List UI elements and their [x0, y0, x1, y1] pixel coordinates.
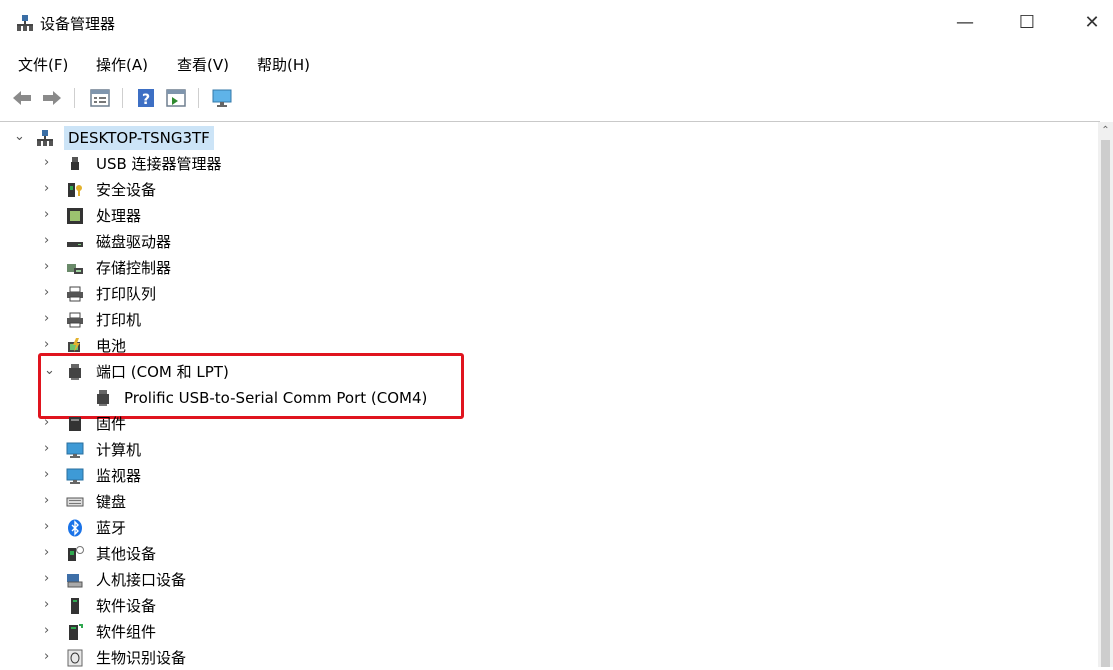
chevron-right-icon[interactable]: ›: [44, 572, 54, 585]
bluetooth-icon: [68, 519, 82, 537]
tree-item-label: 软件组件: [96, 623, 157, 641]
toolbar-separator: [198, 88, 199, 108]
tree-item[interactable]: › 软件组件: [44, 620, 344, 644]
menu-view[interactable]: 查看(V): [177, 54, 229, 75]
close-button[interactable]: ✕: [1080, 10, 1104, 36]
toolbar-separator: [74, 88, 75, 108]
tree-root-label: DESKTOP-TSNG3TF: [64, 126, 214, 150]
software-component-icon: [69, 624, 83, 640]
menu-help[interactable]: 帮助(H): [257, 54, 310, 75]
tree-item[interactable]: › 监视器: [44, 464, 344, 488]
title-bar: 设备管理器 — ☐ ✕: [0, 0, 1113, 48]
tree-item[interactable]: › 磁盘驱动器: [44, 230, 344, 254]
help-icon[interactable]: ?: [134, 86, 158, 110]
tree-item[interactable]: › 打印队列: [44, 282, 344, 306]
svg-text:?: ?: [142, 92, 150, 108]
chevron-right-icon[interactable]: ›: [44, 260, 54, 273]
hid-icon: [67, 574, 83, 588]
tree-item[interactable]: › 固件: [44, 412, 344, 436]
tree-item-label: 安全设备: [96, 181, 157, 199]
tree-item-label: USB 连接器管理器: [96, 155, 222, 173]
tree-item-label: 存储控制器: [96, 259, 172, 277]
tree-item-label: 打印机: [96, 311, 142, 329]
other-device-icon: [68, 546, 84, 561]
chevron-right-icon[interactable]: ›: [44, 442, 54, 455]
keyboard-icon: [66, 497, 84, 507]
chevron-right-icon[interactable]: ›: [44, 312, 54, 325]
menu-action[interactable]: 操作(A): [96, 54, 148, 75]
chevron-right-icon[interactable]: ›: [44, 338, 54, 351]
driver-icon[interactable]: [164, 86, 188, 110]
tree-item[interactable]: › USB 连接器管理器: [44, 152, 344, 176]
usb-icon: [71, 157, 79, 170]
tree-item-label: 其他设备: [96, 545, 157, 563]
chevron-right-icon[interactable]: ›: [44, 182, 54, 195]
tree-item[interactable]: › 生物识别设备: [44, 646, 344, 670]
chevron-right-icon[interactable]: ›: [44, 598, 54, 611]
forward-icon[interactable]: [40, 86, 64, 110]
computer-icon: [66, 442, 84, 458]
tree-item-label: 打印队列: [96, 285, 157, 303]
storage-icon: [67, 264, 83, 274]
firmware-icon: [69, 417, 81, 431]
monitor-icon[interactable]: [210, 86, 234, 110]
tree-item-label: 蓝牙: [96, 519, 127, 537]
biometric-icon: [67, 649, 83, 667]
chevron-right-icon[interactable]: ›: [44, 156, 54, 169]
scroll-up-icon[interactable]: ⌃: [1100, 126, 1111, 136]
device-manager-icon: [17, 15, 33, 31]
minimize-button[interactable]: —: [953, 10, 977, 36]
scrollbar-thumb[interactable]: [1101, 140, 1110, 667]
tree-item[interactable]: › 计算机: [44, 438, 344, 462]
tree-item[interactable]: › 安全设备: [44, 178, 344, 202]
chevron-right-icon[interactable]: ›: [44, 520, 54, 533]
menu-file[interactable]: 文件(F): [18, 54, 68, 75]
chevron-right-icon[interactable]: ›: [44, 234, 54, 247]
tree-item[interactable]: › 打印机: [44, 308, 344, 332]
tree-item[interactable]: › 存储控制器: [44, 256, 344, 280]
tree-item-label: 键盘: [96, 493, 127, 511]
window-title: 设备管理器: [40, 15, 116, 33]
toolbar-separator: [122, 88, 123, 108]
tree-item-label: 人机接口设备: [96, 571, 187, 589]
tree-item[interactable]: › 键盘: [44, 490, 344, 514]
chevron-right-icon[interactable]: ›: [44, 650, 54, 663]
disk-icon: [67, 242, 83, 247]
chevron-right-icon[interactable]: ›: [44, 546, 54, 559]
tree-item-label: 固件: [96, 415, 127, 433]
chevron-right-icon[interactable]: ›: [44, 494, 54, 507]
tree-item-label: 磁盘驱动器: [96, 233, 172, 251]
tree-item-label: 监视器: [96, 467, 142, 485]
computer-network-icon: [37, 130, 53, 146]
printer-icon: [67, 312, 83, 328]
security-icon: [68, 183, 82, 197]
chevron-down-icon[interactable]: ⌄: [14, 130, 25, 143]
tree-root[interactable]: ⌄ DESKTOP-TSNG3TF: [14, 126, 314, 150]
tree-item-label: 处理器: [96, 207, 142, 225]
tree-item-label: 生物识别设备: [96, 649, 187, 667]
chevron-right-icon[interactable]: ›: [44, 416, 54, 429]
software-device-icon: [71, 598, 79, 614]
highlight-annotation: [38, 353, 464, 419]
tree-item[interactable]: › 蓝牙: [44, 516, 344, 540]
chevron-right-icon[interactable]: ›: [44, 624, 54, 637]
chevron-right-icon[interactable]: ›: [44, 208, 54, 221]
back-icon[interactable]: [10, 86, 34, 110]
tree-item[interactable]: › 其他设备: [44, 542, 344, 566]
chevron-right-icon[interactable]: ›: [44, 468, 54, 481]
tree-item[interactable]: › 软件设备: [44, 594, 344, 618]
printer-icon: [67, 286, 83, 302]
monitor-icon: [66, 468, 84, 484]
tree-item[interactable]: › 人机接口设备: [44, 568, 344, 592]
tree-item-label: 计算机: [96, 441, 142, 459]
tree-item[interactable]: › 处理器: [44, 204, 344, 228]
maximize-button[interactable]: ☐: [1015, 10, 1039, 36]
properties-icon[interactable]: [88, 86, 112, 110]
menu-bar: [0, 48, 1113, 80]
processor-icon: [67, 208, 83, 224]
tree-item-label: 软件设备: [96, 597, 157, 615]
chevron-right-icon[interactable]: ›: [44, 286, 54, 299]
